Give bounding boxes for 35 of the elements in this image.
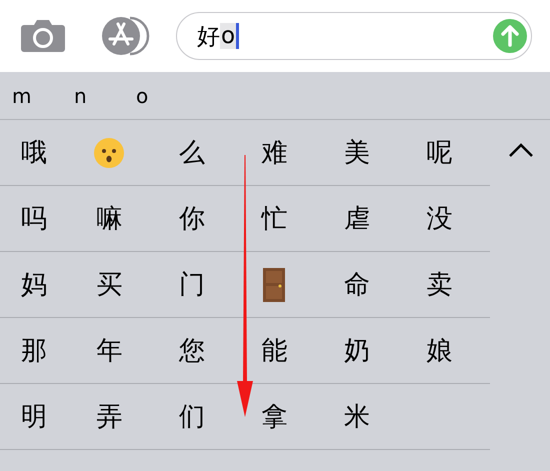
pinyin-option[interactable]: o	[136, 84, 198, 108]
hushed-face-icon[interactable]	[93, 136, 126, 168]
candidate-character[interactable]: 那	[0, 318, 68, 383]
candidate-character[interactable]: 没	[398, 186, 480, 251]
pinyin-option[interactable]: n	[74, 84, 136, 108]
candidate-character[interactable]: 门	[150, 252, 233, 317]
candidate-character[interactable]: 拿	[233, 384, 316, 449]
candidate-character[interactable]: 哦	[0, 120, 68, 185]
candidate-character[interactable]: 命	[316, 252, 398, 317]
candidate-character[interactable]: 们	[150, 384, 233, 449]
candidate-character[interactable]: 弄	[68, 384, 150, 449]
candidate-character[interactable]: 娘	[398, 318, 480, 383]
candidate-character[interactable]: 明	[0, 384, 68, 449]
camera-icon[interactable]	[20, 19, 66, 53]
candidate-character[interactable]: 呢	[398, 120, 480, 185]
candidate-character[interactable]: 妈	[0, 252, 68, 317]
candidate-character[interactable]: 奶	[316, 318, 398, 383]
candidate-character[interactable]: 您	[150, 318, 233, 383]
candidate-character[interactable]: 买	[68, 252, 150, 317]
candidate-character[interactable]: 米	[316, 384, 398, 449]
candidate-character[interactable]: 年	[68, 318, 150, 383]
pinyin-option[interactable]: m	[12, 84, 74, 108]
chevron-up-icon[interactable]	[508, 142, 534, 158]
candidate-character[interactable]: 虐	[316, 186, 398, 251]
candidate-character[interactable]: 吗	[0, 186, 68, 251]
candidate-character[interactable]: 你	[150, 186, 233, 251]
message-input-field[interactable]: 好o	[176, 12, 532, 60]
candidate-character[interactable]: 嘛	[68, 186, 150, 251]
door-icon[interactable]	[263, 268, 286, 302]
candidate-character[interactable]: 卖	[398, 252, 480, 317]
candidate-character[interactable]: 美	[316, 120, 398, 185]
candidate-character[interactable]: 么	[150, 120, 233, 185]
candidate-character[interactable]: 能	[233, 318, 316, 383]
candidate-character[interactable]: 忙	[233, 186, 316, 251]
candidate-character[interactable]: 难	[233, 120, 316, 185]
